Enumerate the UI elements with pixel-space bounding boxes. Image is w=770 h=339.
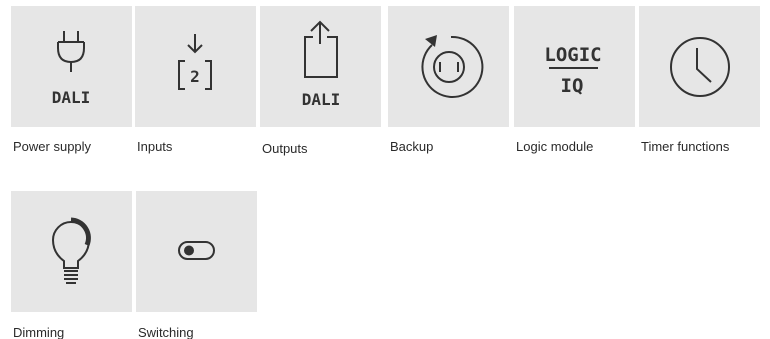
- light-bulb-icon: [51, 217, 91, 284]
- tile-label: Switching: [138, 325, 194, 339]
- logic-caption-top: LOGIC: [544, 44, 601, 66]
- feature-grid: DALI Power supply 2 Inputs DALI Outputs …: [0, 0, 770, 339]
- logic-caption-bottom: IQ: [561, 75, 584, 97]
- logic-iq-icon: LOGIC IQ: [544, 44, 601, 97]
- tile-label: Backup: [390, 139, 434, 154]
- output-arrow-icon: DALI: [302, 20, 341, 109]
- tile-box[interactable]: DALI: [260, 6, 381, 127]
- clock-icon: [670, 37, 730, 97]
- tile-box[interactable]: 2: [135, 6, 256, 127]
- tile-box[interactable]: [11, 191, 132, 312]
- tile-box[interactable]: [136, 191, 257, 312]
- tile-label: Outputs: [262, 141, 308, 156]
- tile-label: Power supply: [13, 139, 92, 154]
- toggle-switch-icon: [178, 241, 215, 260]
- tile-label: Logic module: [516, 139, 594, 154]
- power-plug-icon: DALI: [52, 31, 91, 107]
- backup-cycle-icon: [421, 35, 484, 98]
- tile-caption: DALI: [302, 90, 341, 109]
- input-arrow-icon: 2: [178, 34, 212, 90]
- tile-box[interactable]: [639, 6, 760, 127]
- tile-box[interactable]: DALI: [11, 6, 132, 127]
- tile-box[interactable]: [388, 6, 509, 127]
- tile-box[interactable]: LOGIC IQ: [514, 6, 635, 127]
- tile-caption: DALI: [52, 88, 91, 107]
- tile-label: Inputs: [137, 139, 173, 154]
- tile-label: Dimming: [13, 325, 65, 339]
- tile-caption: 2: [190, 67, 200, 86]
- tile-label: Timer functions: [641, 139, 730, 154]
